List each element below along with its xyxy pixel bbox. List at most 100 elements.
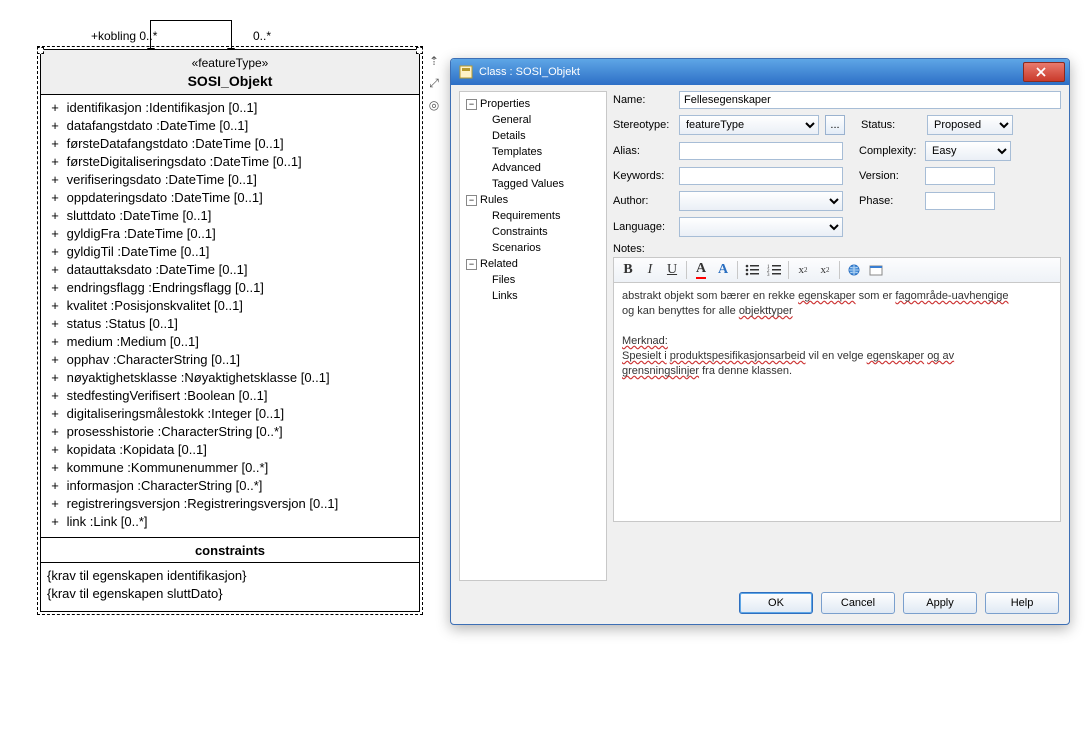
notes-editor[interactable]: abstrakt objekt som bærer en rekke egens… bbox=[613, 282, 1061, 522]
tree-leaf[interactable]: Details bbox=[480, 128, 604, 144]
bullet-list-button[interactable] bbox=[742, 260, 762, 280]
italic-button[interactable]: I bbox=[640, 260, 660, 280]
uml-attribute[interactable]: + digitaliseringsmålestokk :Integer [0..… bbox=[47, 405, 413, 423]
tree-leaf[interactable]: Scenarios bbox=[480, 240, 604, 256]
language-select[interactable] bbox=[679, 217, 843, 237]
dialog-titlebar[interactable]: Class : SOSI_Objekt bbox=[451, 59, 1069, 85]
lens-icon[interactable]: ◎ bbox=[427, 98, 441, 112]
uml-attribute[interactable]: + endringsflagg :Endringsflagg [0..1] bbox=[47, 279, 413, 297]
uml-attribute[interactable]: + verifiseringsdato :DateTime [0..1] bbox=[47, 171, 413, 189]
window-icon bbox=[459, 65, 473, 79]
keywords-field[interactable] bbox=[679, 167, 843, 185]
cancel-button[interactable]: Cancel bbox=[821, 592, 895, 614]
uml-attribute[interactable]: + nøyaktighetsklasse :Nøyaktighetsklasse… bbox=[47, 369, 413, 387]
uml-attribute[interactable]: + prosesshistorie :CharacterString [0..*… bbox=[47, 423, 413, 441]
uml-attribute[interactable]: + medium :Medium [0..1] bbox=[47, 333, 413, 351]
uml-attribute[interactable]: + kvalitet :Posisjonskvalitet [0..1] bbox=[47, 297, 413, 315]
author-label: Author: bbox=[613, 195, 673, 207]
collapse-icon[interactable]: − bbox=[466, 195, 477, 206]
uml-attribute[interactable]: + sluttdato :DateTime [0..1] bbox=[47, 207, 413, 225]
uml-attribute[interactable]: + stedfestingVerifisert :Boolean [0..1] bbox=[47, 387, 413, 405]
uml-attribute-compartment: + identifikasjon :Identifikasjon [0..1]+… bbox=[41, 95, 419, 538]
keywords-label: Keywords: bbox=[613, 170, 673, 182]
uml-attribute[interactable]: + datafangstdato :DateTime [0..1] bbox=[47, 117, 413, 135]
tree-leaf[interactable]: General bbox=[480, 112, 604, 128]
toolbar-separator bbox=[737, 261, 738, 279]
uml-class-diagram: +kobling 0..* 0..* ⇡ ⤢ ◎ «featureType» S… bbox=[40, 20, 420, 612]
stereotype-select[interactable]: featureType bbox=[679, 115, 819, 135]
link-icon[interactable]: ⤢ bbox=[427, 76, 441, 90]
category-tree[interactable]: −Properties GeneralDetailsTemplatesAdvan… bbox=[459, 91, 607, 581]
name-field[interactable] bbox=[679, 91, 1061, 109]
tree-leaf[interactable]: Templates bbox=[480, 144, 604, 160]
uml-attribute[interactable]: + oppdateringsdato :DateTime [0..1] bbox=[47, 189, 413, 207]
uml-attribute[interactable]: + datauttaksdato :DateTime [0..1] bbox=[47, 261, 413, 279]
subscript-button[interactable]: x2 bbox=[815, 260, 835, 280]
toolbar-separator bbox=[839, 261, 840, 279]
uml-attribute[interactable]: + kopidata :Kopidata [0..1] bbox=[47, 441, 413, 459]
bold-button[interactable]: B bbox=[618, 260, 638, 280]
tree-node-properties[interactable]: −Properties GeneralDetailsTemplatesAdvan… bbox=[466, 96, 604, 192]
underline-button[interactable]: U bbox=[662, 260, 682, 280]
uml-attribute[interactable]: + opphav :CharacterString [0..1] bbox=[47, 351, 413, 369]
dialog-title-text: Class : SOSI_Objekt bbox=[479, 66, 580, 78]
properties-form: Name: Stereotype: featureType ... Status… bbox=[613, 91, 1061, 581]
collapse-icon[interactable]: − bbox=[466, 259, 477, 270]
ok-button[interactable]: OK bbox=[739, 592, 813, 614]
language-label: Language: bbox=[613, 221, 673, 233]
uml-attribute[interactable]: + status :Status [0..1] bbox=[47, 315, 413, 333]
collapse-icon[interactable]: − bbox=[466, 99, 477, 110]
uml-class-name: SOSI_Objekt bbox=[41, 72, 419, 90]
close-icon bbox=[1036, 67, 1046, 77]
uml-class-box[interactable]: ⇡ ⤢ ◎ «featureType» SOSI_Objekt + identi… bbox=[40, 49, 420, 612]
arrow-up-icon[interactable]: ⇡ bbox=[427, 54, 441, 68]
uml-constraints-header: constraints bbox=[41, 538, 419, 563]
hyperlink-button[interactable] bbox=[844, 260, 864, 280]
uml-attribute[interactable]: + identifikasjon :Identifikasjon [0..1] bbox=[47, 99, 413, 117]
superscript-button[interactable]: x2 bbox=[793, 260, 813, 280]
tree-leaf[interactable]: Constraints bbox=[480, 224, 604, 240]
numbered-list-icon: 123 bbox=[767, 264, 781, 276]
uml-attribute[interactable]: + kommune :Kommunenummer [0..*] bbox=[47, 459, 413, 477]
uml-attribute[interactable]: + gyldigFra :DateTime [0..1] bbox=[47, 225, 413, 243]
name-label: Name: bbox=[613, 94, 673, 106]
apply-button[interactable]: Apply bbox=[903, 592, 977, 614]
uml-constraint: {krav til egenskapen identifikasjon} bbox=[47, 567, 413, 585]
author-select[interactable] bbox=[679, 191, 843, 211]
tree-leaf[interactable]: Advanced bbox=[480, 160, 604, 176]
phase-field[interactable] bbox=[925, 192, 995, 210]
uml-attribute[interactable]: + førsteDigitaliseringsdato :DateTime [0… bbox=[47, 153, 413, 171]
uml-class-header: «featureType» SOSI_Objekt bbox=[41, 50, 419, 95]
uml-attribute[interactable]: + informasjon :CharacterString [0..*] bbox=[47, 477, 413, 495]
uml-attribute[interactable]: + førsteDatafangstdato :DateTime [0..1] bbox=[47, 135, 413, 153]
bullet-list-icon bbox=[745, 264, 759, 276]
tree-leaf[interactable]: Files bbox=[480, 272, 604, 288]
complexity-select[interactable]: Easy bbox=[925, 141, 1011, 161]
tree-node-rules[interactable]: −Rules RequirementsConstraintsScenarios bbox=[466, 192, 604, 256]
font-button[interactable]: A bbox=[713, 260, 733, 280]
close-button[interactable] bbox=[1023, 62, 1065, 82]
alias-field[interactable] bbox=[679, 142, 843, 160]
uml-attribute[interactable]: + link :Link [0..*] bbox=[47, 513, 413, 531]
status-select[interactable]: Proposed bbox=[927, 115, 1013, 135]
uml-role-label-2: 0..* bbox=[253, 29, 271, 43]
version-field[interactable] bbox=[925, 167, 995, 185]
uml-constraints-compartment: {krav til egenskapen identifikasjon}{kra… bbox=[41, 563, 419, 611]
notes-label: Notes: bbox=[613, 243, 673, 255]
svg-text:3: 3 bbox=[767, 273, 770, 276]
uml-attribute[interactable]: + registreringsversjon :Registreringsver… bbox=[47, 495, 413, 513]
insert-button[interactable] bbox=[866, 260, 886, 280]
notes-toolbar: B I U A A 123 x2 x2 bbox=[613, 257, 1061, 282]
numbered-list-button[interactable]: 123 bbox=[764, 260, 784, 280]
tree-leaf[interactable]: Tagged Values bbox=[480, 176, 604, 192]
toolbar-separator bbox=[788, 261, 789, 279]
tree-node-related[interactable]: −Related FilesLinks bbox=[466, 256, 604, 304]
tree-leaf[interactable]: Links bbox=[480, 288, 604, 304]
uml-attribute[interactable]: + gyldigTil :DateTime [0..1] bbox=[47, 243, 413, 261]
stereotype-browse-button[interactable]: ... bbox=[825, 115, 845, 135]
uml-element-tools: ⇡ ⤢ ◎ bbox=[427, 54, 441, 112]
tree-leaf[interactable]: Requirements bbox=[480, 208, 604, 224]
font-color-button[interactable]: A bbox=[691, 260, 711, 280]
uml-class-stereotype: «featureType» bbox=[41, 54, 419, 72]
help-button[interactable]: Help bbox=[985, 592, 1059, 614]
